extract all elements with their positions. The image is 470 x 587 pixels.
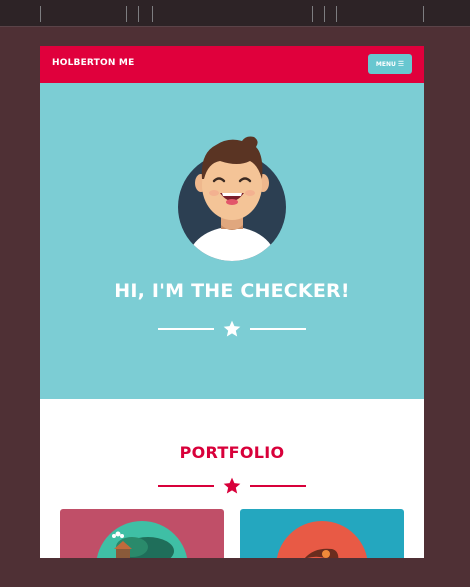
hero-heading: HI, I'M THE CHECKER!: [114, 280, 350, 302]
ruler-tick: [423, 6, 424, 22]
divider-line: [158, 485, 214, 487]
hamburger-icon: ☰: [397, 60, 405, 68]
ruler-tick: [126, 6, 127, 22]
menu-button[interactable]: MENU ☰: [368, 54, 412, 74]
ruler-tick: [40, 6, 41, 22]
orange-circle-icon: [276, 521, 368, 558]
ruler-tick: [312, 6, 313, 22]
portfolio-card[interactable]: [60, 509, 224, 558]
divider-line: [250, 485, 306, 487]
divider-line: [250, 328, 306, 330]
star-icon: [223, 477, 241, 494]
divider-line: [158, 328, 214, 330]
device-viewport: HOLBERTON ME MENU ☰ HI, I'M THE CHECKER!…: [40, 46, 424, 558]
hero-section: HI, I'M THE CHECKER!: [40, 83, 424, 399]
portfolio-card[interactable]: [240, 509, 404, 558]
avatar: [178, 136, 286, 261]
portfolio-divider: [158, 476, 306, 496]
ruler-tick: [138, 6, 139, 22]
brand-link[interactable]: HOLBERTON ME: [52, 58, 134, 68]
star-icon: [223, 320, 241, 337]
ruler-tick: [324, 6, 325, 22]
portfolio-heading: PORTFOLIO: [179, 443, 285, 462]
tree-house-icon: [96, 521, 188, 558]
portfolio-section: PORTFOLIO: [40, 399, 424, 558]
navbar: HOLBERTON ME MENU ☰: [40, 46, 424, 83]
hero-divider: [158, 319, 306, 339]
devtools-toolbar: [0, 0, 470, 27]
menu-label: MENU: [375, 60, 396, 68]
ruler-tick: [152, 6, 153, 22]
ruler-tick: [336, 6, 337, 22]
